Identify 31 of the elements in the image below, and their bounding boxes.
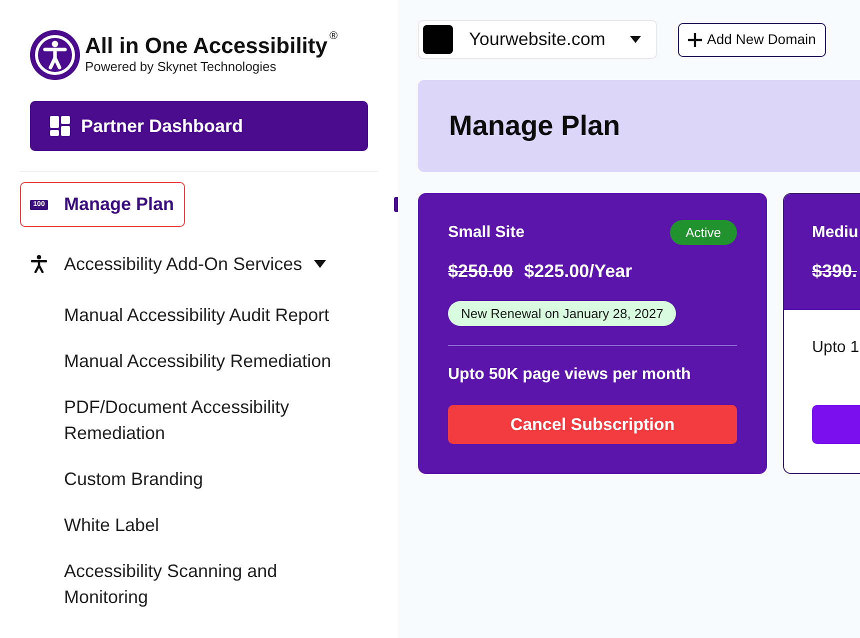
partner-dashboard-button[interactable]: Partner Dashboard: [30, 101, 368, 151]
logo-subtitle: Powered by Skynet Technologies: [85, 59, 278, 74]
person-icon: [31, 255, 47, 273]
plan-feature: Upto 1: [812, 338, 860, 358]
renewal-badge: New Renewal on January 28, 2027: [448, 301, 676, 326]
old-price: $390.: [812, 261, 858, 281]
sidebar-link[interactable]: Manual Accessibility Audit Report: [64, 302, 330, 328]
cancel-subscription-button[interactable]: Cancel Subscription: [448, 405, 737, 444]
sidebar-link[interactable]: White Label: [64, 512, 160, 538]
add-on-services-toggle[interactable]: Accessibility Add-On Services: [63, 250, 328, 278]
plan-name: Small Site: [448, 222, 524, 242]
plan-feature: Upto 50K page views per month: [448, 365, 692, 385]
old-price: $250.00: [448, 261, 514, 281]
plus-icon: [688, 32, 702, 46]
current-price: $225.00/Year: [524, 261, 632, 281]
plan-name: Mediu: [812, 222, 858, 242]
sidebar-link[interactable]: Manual Accessibility Remediation: [64, 348, 332, 374]
domain-select[interactable]: Yourwebsite.com: [418, 20, 657, 59]
page-title: Manage Plan: [449, 109, 620, 143]
registered-mark: ®: [329, 31, 338, 42]
add-domain-button[interactable]: Add New Domain: [678, 22, 826, 56]
plan-button[interactable]: [812, 405, 860, 444]
caret-down-icon: [630, 36, 641, 43]
dashboard-grid-icon: [50, 116, 70, 136]
square-icon: [423, 25, 453, 54]
sidebar-link[interactable]: PDF/Document Accessibility Remediation: [64, 394, 344, 446]
sidebar-link[interactable]: Custom Branding: [64, 466, 204, 492]
status-badge: Active: [670, 220, 737, 245]
logo-title: All in One Accessibility: [85, 33, 328, 59]
accessibility-logo-icon: [30, 30, 80, 80]
sidebar-link[interactable]: Accessibility Scanning and Monitoring: [64, 558, 344, 610]
